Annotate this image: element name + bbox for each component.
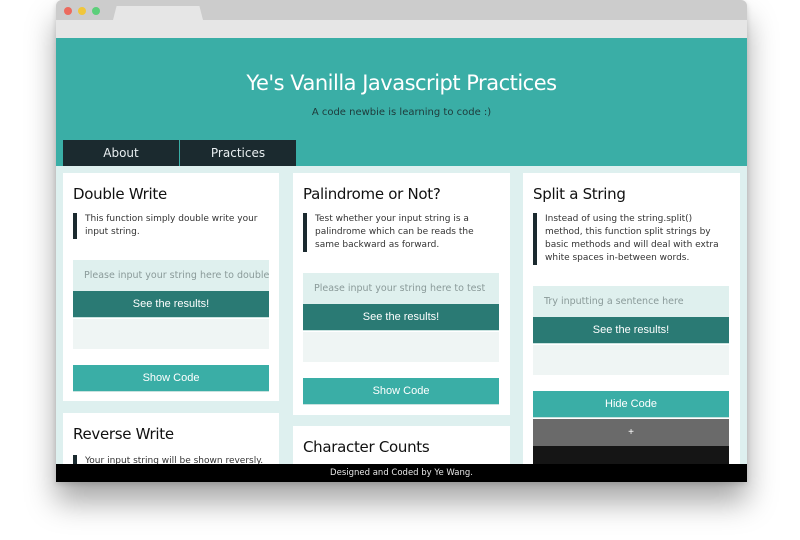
result-output xyxy=(303,332,499,362)
minimize-window-button[interactable] xyxy=(78,7,86,15)
card-double-write: Double Write This function simply double… xyxy=(63,173,279,401)
result-output xyxy=(533,345,729,375)
card-title: Double Write xyxy=(73,185,167,203)
see-results-button[interactable]: See the results! xyxy=(73,291,269,318)
hide-code-button[interactable]: Hide Code xyxy=(533,391,729,418)
browser-tab[interactable] xyxy=(113,6,203,20)
site-subtitle: A code newbie is learning to code :) xyxy=(311,107,492,118)
close-window-button[interactable] xyxy=(64,7,72,15)
site-header: Ye's Vanilla Javascript Practices A code… xyxy=(56,38,747,166)
see-results-button[interactable]: See the results! xyxy=(533,317,729,344)
card-description: This function simply double write your i… xyxy=(73,213,269,239)
maximize-window-button[interactable] xyxy=(92,7,100,15)
browser-window: Ye's Vanilla Javascript Practices A code… xyxy=(56,0,747,482)
site-title: Ye's Vanilla Javascript Practices xyxy=(246,71,557,95)
palindrome-input[interactable] xyxy=(303,273,499,304)
split-string-input[interactable] xyxy=(533,286,729,317)
card-description: Instead of using the string.split() meth… xyxy=(533,213,729,265)
browser-titlebar xyxy=(56,0,747,20)
see-results-button[interactable]: See the results! xyxy=(303,304,499,331)
card-title: Character Counts xyxy=(303,438,430,456)
expand-code-button[interactable]: + xyxy=(533,419,729,446)
nav-item-about[interactable]: About xyxy=(63,140,179,166)
site-footer: Designed and Coded by Ye Wang. xyxy=(56,464,747,482)
card-title: Palindrome or Not? xyxy=(303,185,441,203)
result-output xyxy=(73,319,269,349)
double-write-input[interactable] xyxy=(73,260,269,291)
card-title: Split a String xyxy=(533,185,626,203)
card-split-string: Split a String Instead of using the stri… xyxy=(523,173,740,482)
page-content: Ye's Vanilla Javascript Practices A code… xyxy=(56,38,747,482)
browser-toolbar xyxy=(56,20,747,38)
nav-item-practices[interactable]: Practices xyxy=(180,140,296,166)
show-code-button[interactable]: Show Code xyxy=(303,378,499,405)
main-nav: About Practices xyxy=(63,140,296,166)
card-title: Reverse Write xyxy=(73,425,174,443)
card-palindrome: Palindrome or Not? Test whether your inp… xyxy=(293,173,510,415)
card-description: Test whether your input string is a pali… xyxy=(303,213,499,252)
show-code-button[interactable]: Show Code xyxy=(73,365,269,392)
